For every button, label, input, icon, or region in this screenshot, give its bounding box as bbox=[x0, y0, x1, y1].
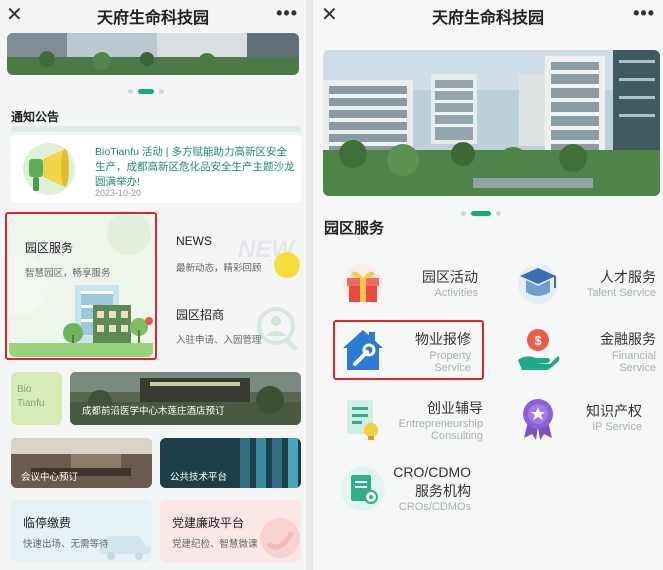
service-activities-en: Activities bbox=[434, 287, 478, 299]
service-cro-cdmo-name-line1: CRO/CDMO bbox=[393, 464, 471, 480]
parking-payment-subtitle: 快速出场、无需等待 bbox=[23, 539, 109, 550]
service-entrepreneurship-name: 创业辅导 bbox=[427, 400, 483, 416]
service-financial-name: 金融服务 bbox=[600, 331, 656, 347]
service-activities[interactable]: 园区活动 Activities bbox=[333, 258, 488, 308]
service-entrepreneurship[interactable]: 创业辅导 Entrepreneurship Consulting bbox=[333, 392, 488, 448]
notice-card[interactable]: BioTianfu 活动 | 多方赋能助力高新区安全生产，成都高新区危化品安全生… bbox=[11, 135, 301, 203]
document-bulb-icon bbox=[347, 400, 378, 440]
person-search-icon bbox=[257, 307, 298, 351]
news-subtitle: 最新动态，精彩回顾 bbox=[176, 263, 262, 274]
medal-icon bbox=[523, 399, 553, 440]
service-ip-name: 知识产权 bbox=[586, 403, 642, 419]
close-icon[interactable]: ✕ bbox=[6, 4, 23, 26]
highlight-box bbox=[333, 320, 484, 380]
banner-carousel[interactable] bbox=[7, 33, 299, 75]
hotel-booking-title: 成都前沿医学中心木莲庄酒店预订 bbox=[82, 406, 225, 417]
close-icon[interactable]: ✕ bbox=[321, 4, 338, 26]
notice-divider bbox=[11, 126, 301, 132]
recruit-subtitle: 入驻申请、入园管理 bbox=[176, 335, 262, 346]
service-financial-en-line1: Financial bbox=[611, 350, 656, 362]
service-talent-name: 人才服务 bbox=[600, 269, 656, 285]
hotel-booking-tile[interactable]: 成都前沿医学中心木莲庄酒店预订 bbox=[70, 372, 301, 425]
service-activities-name: 园区活动 bbox=[422, 269, 478, 285]
service-ip[interactable]: 知识产权 IP Service bbox=[508, 392, 656, 442]
highlight-box bbox=[5, 212, 157, 360]
service-ip-en: IP Service bbox=[592, 421, 642, 433]
money-hand-icon: $ bbox=[518, 329, 560, 370]
service-entrepreneurship-en-line1: Entrepreneurship bbox=[398, 418, 483, 430]
svg-text:$: $ bbox=[534, 333, 542, 348]
megaphone-icon bbox=[23, 143, 75, 195]
graduation-cap-icon bbox=[518, 264, 558, 304]
news-tile[interactable]: NEW NEWS 最新动态，精彩回顾 bbox=[162, 222, 301, 286]
notice-section-title: 通知公告 bbox=[11, 110, 60, 124]
recruit-title: 园区招商 bbox=[176, 308, 225, 322]
parking-payment-title: 临停缴费 bbox=[23, 516, 72, 530]
meeting-center-tile[interactable]: 会议中心预订 bbox=[11, 438, 152, 488]
service-cro-cdmo[interactable]: CRO/CDMO 服务机构 CROs/CDMOs bbox=[333, 460, 488, 518]
top-bar: ✕ 天府生命科技园 ••• bbox=[0, 0, 306, 32]
news-title: NEWS bbox=[176, 234, 212, 248]
meeting-center-title: 会议中心预订 bbox=[21, 472, 79, 483]
banner-image bbox=[7, 33, 299, 75]
more-icon[interactable]: ••• bbox=[276, 3, 298, 24]
app-title: 天府生命科技园 bbox=[96, 10, 209, 27]
park-service-screen: ✕ 天府生命科技园 ••• 园区服务 园区活动 Activities 人才服务 … bbox=[313, 0, 663, 570]
party-platform-tile[interactable]: 党建廉政平台 党建纪检、智慧微课 bbox=[160, 500, 301, 562]
notice-headline: BioTianfu 活动 | 多方赋能助力高新区安全生产，成都高新区危化品安全生… bbox=[95, 146, 295, 188]
party-platform-title: 党建廉政平台 bbox=[172, 516, 245, 530]
party-platform-subtitle: 党建纪检、智慧微课 bbox=[172, 539, 258, 550]
tech-platform-tile[interactable]: 公共技术平台 bbox=[160, 438, 301, 488]
party-emblem-icon bbox=[260, 518, 300, 558]
biotianfu-logo-line1: Bio bbox=[17, 384, 32, 395]
banner-image bbox=[323, 50, 660, 196]
service-cro-cdmo-name-line2: 服务机构 bbox=[415, 483, 471, 499]
service-talent-en: Talent Service bbox=[586, 287, 656, 299]
service-talent[interactable]: 人才服务 Talent Service bbox=[508, 258, 656, 308]
parking-payment-tile[interactable]: 临停缴费 快速出场、无需等待 bbox=[11, 500, 152, 562]
tech-platform-title: 公共技术平台 bbox=[170, 472, 228, 483]
service-cro-cdmo-en: CROs/CDMOs bbox=[398, 501, 471, 513]
service-financial-en-line2: Service bbox=[619, 362, 656, 374]
biotianfu-tile[interactable]: Bio Tianfu bbox=[11, 372, 62, 425]
service-entrepreneurship-en-line2: Consulting bbox=[431, 430, 483, 442]
top-bar: ✕ 天府生命科技园 ••• bbox=[313, 0, 663, 32]
park-service-section-title: 园区服务 bbox=[324, 220, 385, 237]
carousel-indicator bbox=[461, 211, 501, 216]
hotel-photo bbox=[70, 372, 301, 425]
banner-carousel[interactable] bbox=[323, 50, 660, 196]
recruit-tile[interactable]: 园区招商 入驻申请、入园管理 bbox=[162, 294, 301, 356]
sun-decoration bbox=[274, 252, 300, 278]
more-icon[interactable]: ••• bbox=[633, 3, 655, 24]
document-gear-icon bbox=[341, 467, 385, 511]
home-screen: ✕ 天府生命科技园 ••• 通知公告 BioTianfu 活动 | 多方赋能助力… bbox=[0, 0, 306, 570]
service-financial[interactable]: $ 金融服务 Financial Service bbox=[508, 322, 656, 378]
app-title: 天府生命科技园 bbox=[431, 10, 544, 27]
carousel-indicator bbox=[128, 89, 164, 94]
gift-icon bbox=[343, 264, 383, 304]
notice-date: 2023-10-20 bbox=[95, 188, 142, 198]
biotianfu-logo-line2: Tianfu bbox=[17, 398, 45, 409]
